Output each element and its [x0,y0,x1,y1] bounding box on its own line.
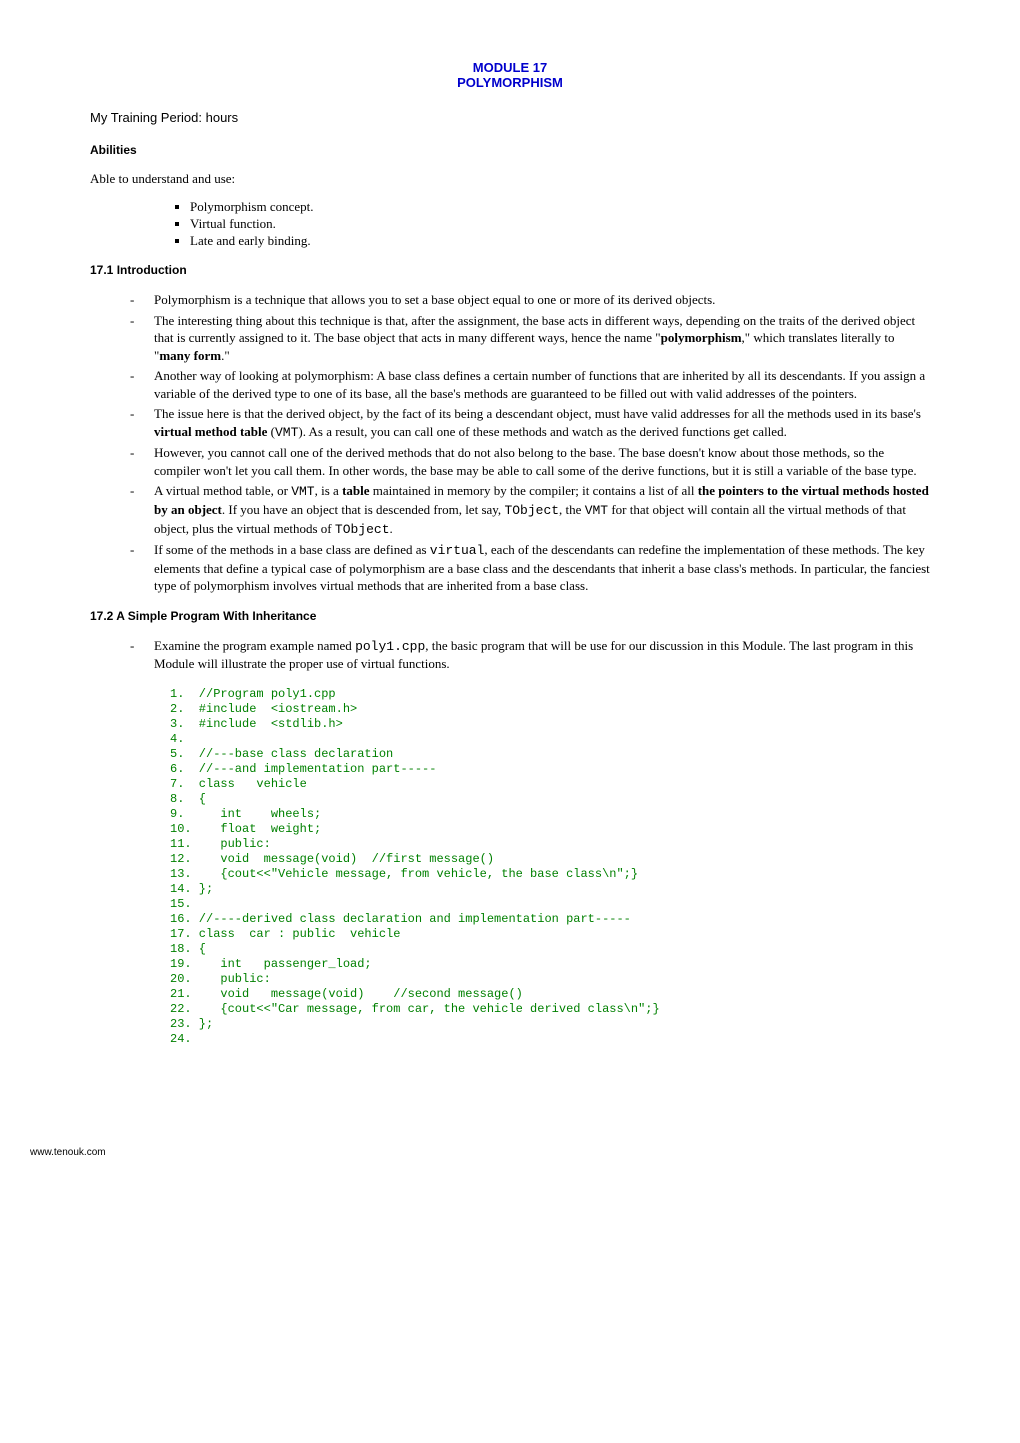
list-item: Another way of looking at polymorphism: … [130,367,930,402]
list-item: Examine the program example named poly1.… [130,637,930,673]
list-item: Polymorphism is a technique that allows … [130,291,930,309]
abilities-intro: Able to understand and use: [90,171,930,187]
module-title: MODULE 17 [90,60,930,75]
list-item: Polymorphism concept. [190,199,930,215]
abilities-header: Abilities [90,143,930,157]
page: MODULE 17 POLYMORPHISM My Training Perio… [0,0,1020,1087]
title-block: MODULE 17 POLYMORPHISM [90,60,930,90]
code-listing: 1. //Program poly1.cpp 2. #include <iost… [170,687,930,1047]
abilities-list: Polymorphism concept. Virtual function. … [90,199,930,249]
footer: www.tenouk.com [0,1147,1020,1158]
list-item: Late and early binding. [190,233,930,249]
training-period: My Training Period: hours [90,110,930,125]
list-item: The interesting thing about this techniq… [130,312,930,365]
list-item: If some of the methods in a base class a… [130,541,930,595]
list-item: However, you cannot call one of the deri… [130,444,930,479]
topic-title: POLYMORPHISM [90,75,930,90]
introduction-list: Polymorphism is a technique that allows … [90,291,930,595]
simple-program-list: Examine the program example named poly1.… [90,637,930,673]
list-item: A virtual method table, or VMT, is a tab… [130,482,930,538]
introduction-header: 17.1 Introduction [90,263,930,277]
list-item: Virtual function. [190,216,930,232]
simple-program-header: 17.2 A Simple Program With Inheritance [90,609,930,623]
list-item: The issue here is that the derived objec… [130,405,930,441]
